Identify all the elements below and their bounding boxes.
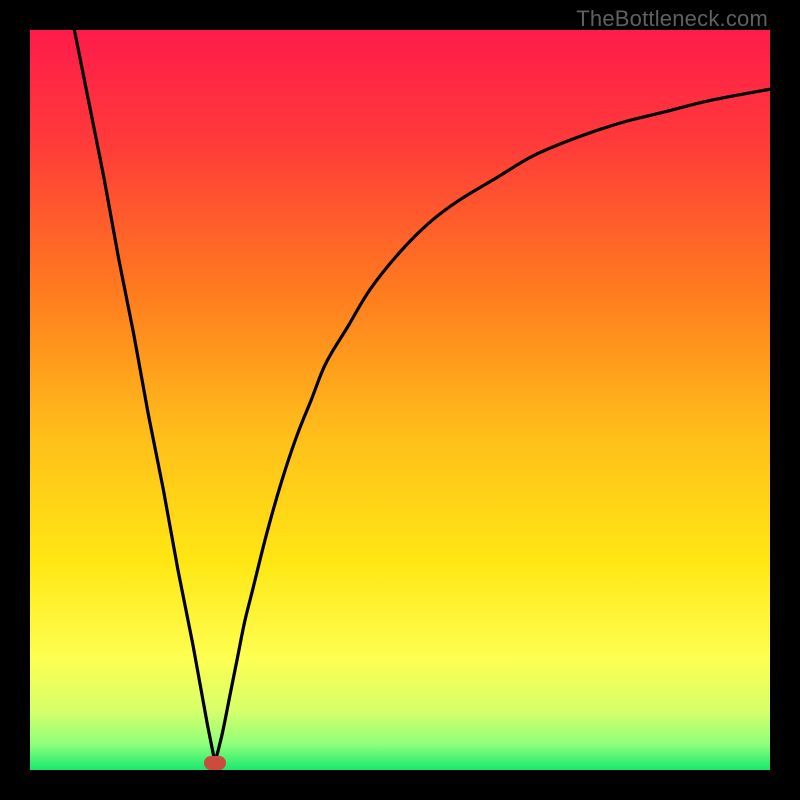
gradient-background — [30, 30, 770, 770]
watermark-text: TheBottleneck.com — [576, 6, 768, 32]
bottleneck-chart — [30, 30, 770, 770]
chart-frame — [30, 30, 770, 770]
bottleneck-marker — [204, 756, 226, 770]
